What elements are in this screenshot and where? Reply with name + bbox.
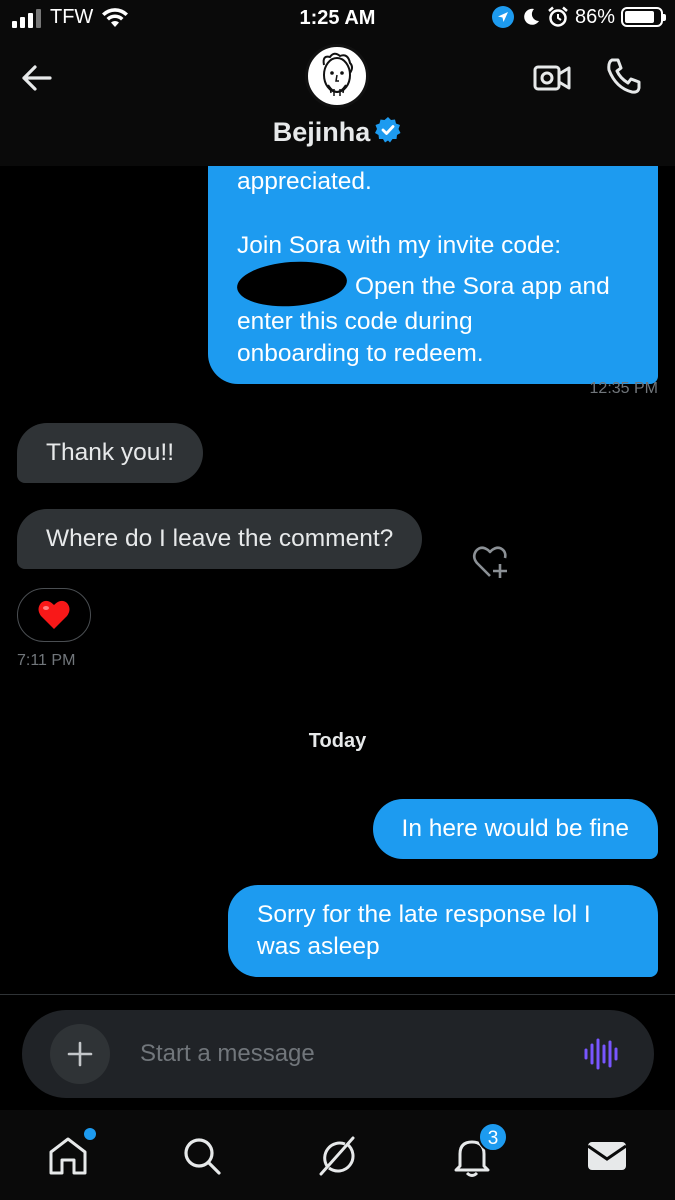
invite-line: onboarding to redeem.: [237, 340, 484, 367]
status-bar: TFW 1:25 AM 86%: [0, 0, 675, 38]
plus-icon: [67, 1041, 93, 1067]
home-icon: [49, 1137, 87, 1175]
tab-search[interactable]: [180, 1134, 224, 1178]
red-heart-icon: [38, 600, 70, 629]
message-list[interactable]: appreciated. Join Sora with my invite co…: [0, 166, 675, 994]
back-arrow-icon: [22, 65, 52, 91]
notifications-badge: 3: [478, 1122, 508, 1152]
back-button[interactable]: [18, 58, 58, 98]
message-sent[interactable]: In here would be fine: [372, 799, 658, 859]
day-separator: Today: [308, 730, 367, 752]
location-icon: [491, 6, 514, 28]
phone-icon: [607, 58, 641, 94]
message-timestamp: 7:11 PM: [17, 652, 76, 669]
video-camera-icon: [533, 65, 571, 91]
message-composer: [22, 1010, 654, 1098]
message-input[interactable]: [140, 1036, 560, 1072]
message-received[interactable]: Where do I leave the comment?: [17, 509, 423, 569]
tab-grok[interactable]: [315, 1134, 359, 1178]
verified-badge-icon: [375, 117, 401, 143]
voice-waveform-icon: [584, 1038, 618, 1070]
voice-call-button[interactable]: [604, 56, 644, 96]
avatar[interactable]: [305, 44, 369, 108]
redacted-code: [235, 258, 349, 310]
battery-percent: 86%: [574, 5, 615, 28]
message-sent[interactable]: Sorry for the late response lol I was as…: [228, 885, 658, 977]
heart-plus-icon: [472, 546, 507, 578]
invite-line: enter this code during: [237, 308, 473, 335]
reaction-badge[interactable]: [17, 588, 91, 642]
search-icon: [184, 1138, 221, 1175]
video-call-button[interactable]: [532, 58, 572, 98]
mail-icon: [587, 1142, 627, 1170]
tab-home[interactable]: [46, 1128, 96, 1178]
invite-line: appreciated.: [237, 168, 372, 195]
voice-message-button[interactable]: [582, 1036, 622, 1072]
conversation-header: Bejinha: [0, 38, 675, 166]
contact-name[interactable]: Bejinha: [0, 116, 675, 148]
bottom-tab-bar: 3: [0, 1110, 675, 1200]
tab-messages[interactable]: [585, 1134, 629, 1178]
message-timestamp: 12:35 PM: [589, 380, 658, 397]
add-reaction-button[interactable]: [470, 542, 510, 582]
grok-icon: [319, 1136, 355, 1176]
composer-divider: [0, 994, 675, 995]
invite-line: Join Sora with my invite code:: [237, 232, 562, 259]
message-received[interactable]: Thank you!!: [17, 423, 204, 483]
alarm-icon: [548, 6, 568, 27]
add-media-button[interactable]: [50, 1024, 110, 1084]
message-sent-invite[interactable]: appreciated. Join Sora with my invite co…: [208, 166, 658, 384]
tab-notifications[interactable]: 3: [450, 1122, 508, 1178]
battery-icon: [621, 7, 666, 27]
invite-line: Open the Sora app and: [355, 273, 610, 300]
contact-name-text: Bejinha: [272, 117, 371, 147]
moon-icon: [524, 8, 539, 25]
avatar-sketch-icon: [322, 52, 353, 96]
home-unread-dot: [84, 1128, 96, 1140]
